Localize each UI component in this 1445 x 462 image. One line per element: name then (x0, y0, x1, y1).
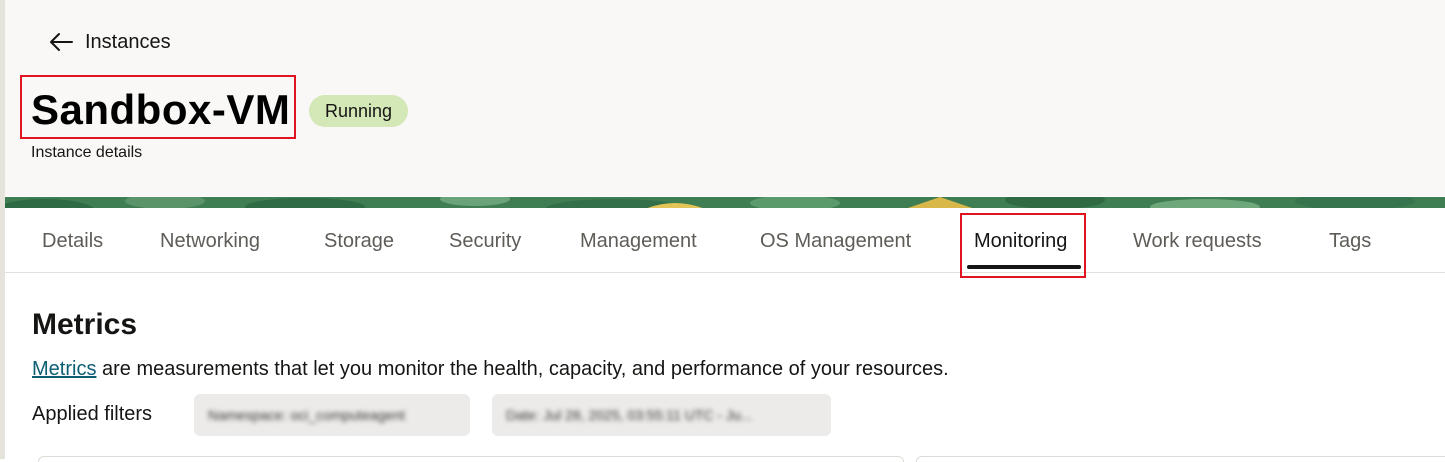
metrics-description-text: are measurements that let you monitor th… (96, 358, 949, 380)
metrics-description: Metrics are measurements that let you mo… (32, 358, 949, 381)
tab-details[interactable]: Details (42, 208, 103, 272)
tab-bar: Details Networking Storage Security Mana… (5, 208, 1445, 273)
arrow-left-icon (49, 32, 73, 52)
page-title: Sandbox-VM (31, 86, 291, 133)
status-badge: Running (309, 95, 409, 127)
filter-chip-text: Date: Jul 28, 2025, 03:55:11 UTC - Ju... (506, 407, 753, 423)
tab-work-requests[interactable]: Work requests (1133, 208, 1262, 272)
metrics-help-link[interactable]: Metrics (32, 358, 96, 380)
tab-monitoring[interactable]: Monitoring (974, 208, 1067, 272)
active-tab-indicator (967, 265, 1081, 269)
tab-tags[interactable]: Tags (1329, 208, 1371, 272)
metric-card (916, 456, 1445, 462)
metrics-heading: Metrics (32, 308, 138, 341)
filter-chip-text: Namespace: oci_computeagent (208, 407, 405, 423)
metric-card (38, 456, 904, 462)
decorative-banner (5, 196, 1445, 208)
applied-filters-label: Applied filters (32, 403, 153, 425)
tab-storage[interactable]: Storage (324, 208, 394, 272)
page-subtitle: Instance details (31, 144, 143, 161)
back-to-instances-link[interactable]: Instances (49, 28, 171, 56)
tab-management[interactable]: Management (580, 208, 697, 272)
back-link-label: Instances (85, 30, 171, 53)
tab-os-management[interactable]: OS Management (760, 208, 911, 272)
tab-networking[interactable]: Networking (160, 208, 260, 272)
tab-security[interactable]: Security (449, 208, 521, 272)
filter-chip-namespace[interactable]: Namespace: oci_computeagent (194, 394, 470, 436)
filter-chip-date[interactable]: Date: Jul 28, 2025, 03:55:11 UTC - Ju... (492, 394, 831, 436)
